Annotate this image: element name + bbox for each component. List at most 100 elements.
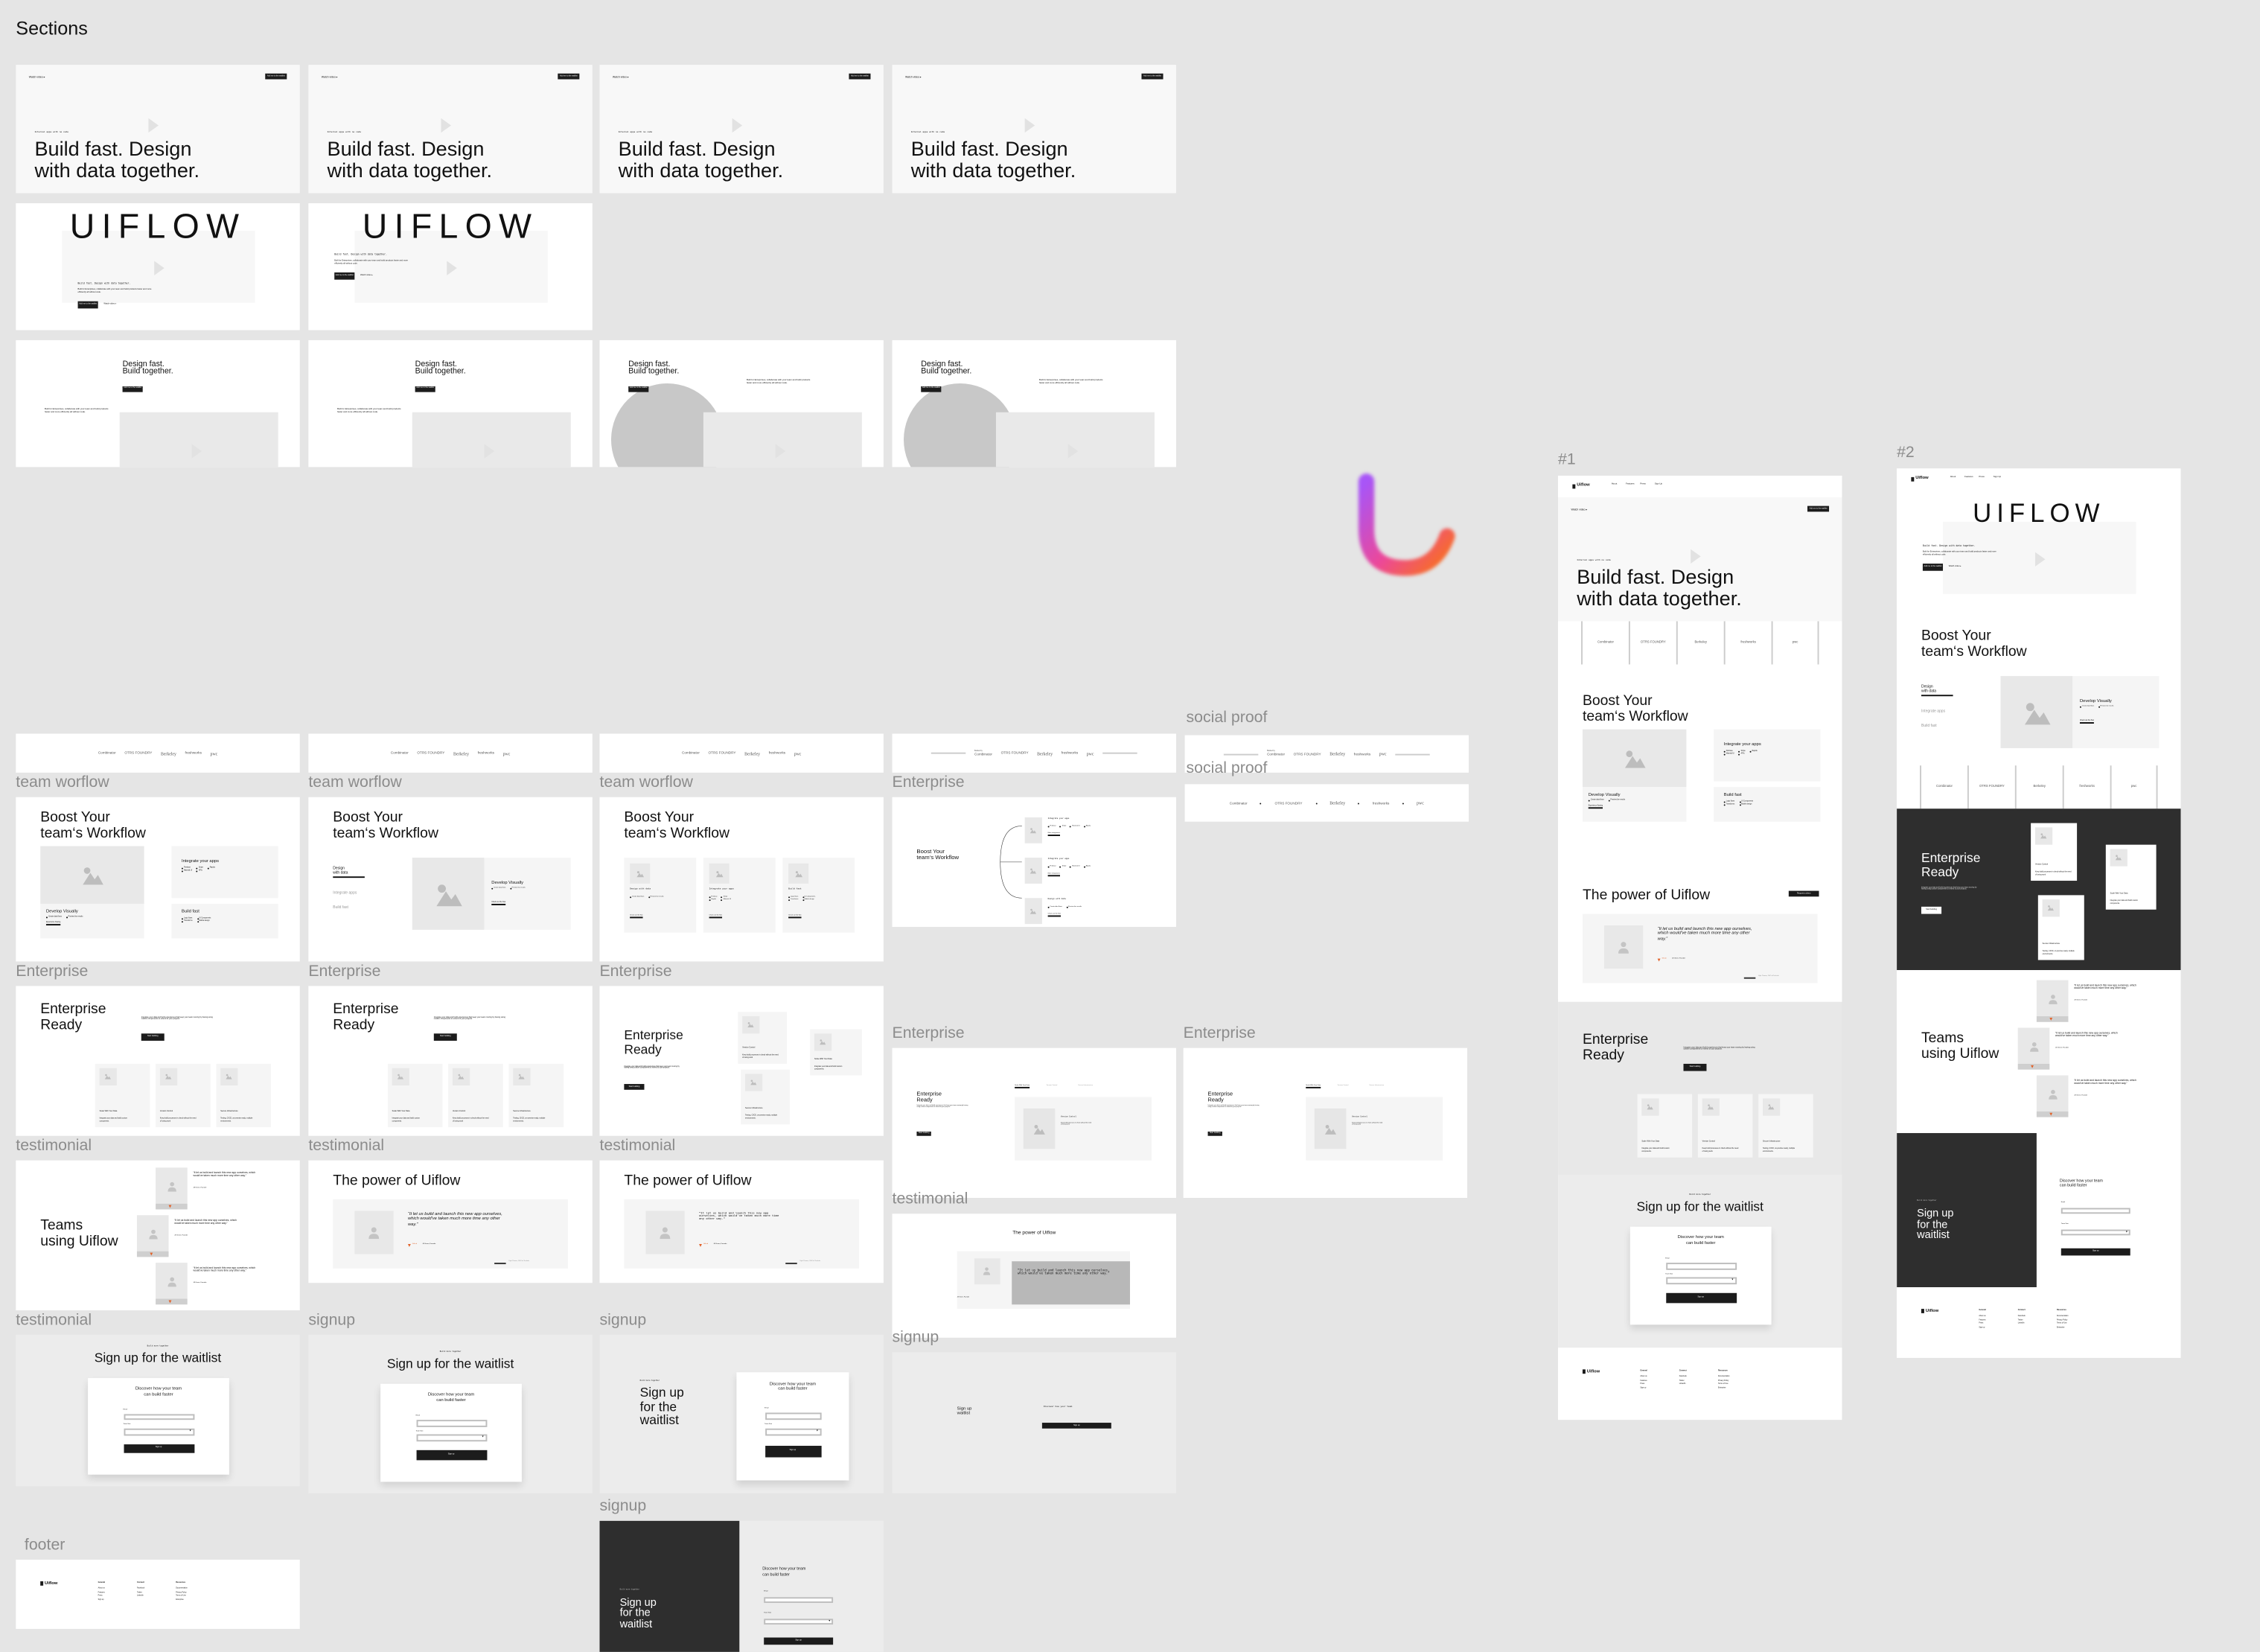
play-icon[interactable] bbox=[484, 444, 495, 459]
footer-link[interactable]: LinkedIn bbox=[137, 1596, 144, 1598]
footer-link[interactable]: Terms of Use bbox=[2057, 1324, 2067, 1326]
footer-frame[interactable]: Uiflow General About us Features Press Sign u… bbox=[16, 1559, 300, 1629]
team-workflow-frame[interactable]: Boost Your team‘s Workflow Design with dat… bbox=[599, 797, 884, 962]
footer-link[interactable]: Sign up bbox=[1979, 1327, 1985, 1330]
page-frame-1[interactable]: Uiflow About Features Press Sign Up Watch vid… bbox=[1558, 475, 1842, 1420]
play-icon[interactable] bbox=[1067, 444, 1079, 459]
hero-design-frame[interactable]: Design fast. Build together. Add me to the… bbox=[16, 339, 300, 468]
nav-link-press[interactable]: Press bbox=[1640, 485, 1645, 487]
feature-link[interactable]: More integrations bbox=[1048, 873, 1060, 875]
footer-link[interactable]: Twitter bbox=[1679, 1380, 1685, 1382]
testimonial-frame[interactable]: The power of Uiflow “It let us build and … bbox=[599, 1160, 884, 1283]
sign-up-button[interactable]: Sign up bbox=[764, 1637, 834, 1645]
team-size-select[interactable]: ▾ bbox=[1665, 1278, 1737, 1285]
start-building-button[interactable]: Start building bbox=[624, 1084, 645, 1090]
play-icon[interactable] bbox=[154, 261, 165, 275]
hero-frame[interactable]: Watch video ▸ Add me to the waitlist Inter… bbox=[599, 65, 884, 194]
signup-frame[interactable]: Build more together Sign up for the waitl… bbox=[308, 1334, 593, 1493]
tab[interactable]: Version Control bbox=[1047, 1085, 1057, 1087]
add-to-waitlist-button[interactable]: Add me to the waitlist bbox=[1807, 506, 1830, 512]
signup-frame[interactable]: Build more together Sign up for the waitlis… bbox=[599, 1520, 884, 1652]
tab-integrate-apps[interactable]: Integrate apps bbox=[1921, 709, 1945, 715]
hero-design-frame[interactable]: Design fast. Build together. Add me to the… bbox=[308, 339, 593, 468]
footer-link[interactable]: Privacy Policy bbox=[2057, 1320, 2067, 1322]
team-size-select[interactable]: ▾ bbox=[764, 1618, 834, 1625]
footer-link[interactable]: Twitter bbox=[137, 1592, 142, 1595]
nav-link-features[interactable]: Features bbox=[1964, 477, 1973, 479]
footer-link[interactable]: Twitter bbox=[2018, 1320, 2023, 1322]
watch-video-link[interactable]: Watch video ▸ bbox=[103, 304, 116, 306]
social-proof-frame[interactable]: Combinator OTRS FOUNDRY Berkeley freshworks… bbox=[1184, 784, 1469, 822]
email-field[interactable] bbox=[1665, 1263, 1737, 1270]
nav-link-features[interactable]: Features bbox=[1626, 485, 1634, 487]
play-icon[interactable] bbox=[148, 118, 159, 133]
tab-build-fast[interactable]: Build fast bbox=[333, 905, 348, 911]
start-building-button[interactable]: Start building bbox=[1207, 1131, 1222, 1136]
email-field[interactable] bbox=[415, 1420, 487, 1427]
feature-link[interactable]: Check out the flow bbox=[709, 915, 722, 916]
add-to-waitlist-button[interactable]: Add me to the waitlist bbox=[415, 386, 435, 392]
add-to-waitlist-button[interactable]: Add me to the waitlist bbox=[265, 73, 287, 80]
footer-link[interactable]: LinkedIn bbox=[1679, 1384, 1686, 1386]
watch-video-link[interactable]: Watch video ▸ bbox=[613, 77, 629, 80]
social-proof-frame[interactable]: Combinator OTRS FOUNDRY Berkeley freshworks… bbox=[16, 733, 300, 773]
watch-video-link[interactable]: Watch video ▸ bbox=[1571, 508, 1587, 511]
hero-frame[interactable]: Watch video ▸ Add me to the waitlist Inter… bbox=[16, 65, 300, 194]
play-icon[interactable] bbox=[732, 118, 743, 133]
footer-link[interactable]: Press bbox=[1979, 1324, 1983, 1326]
play-icon[interactable] bbox=[2034, 552, 2046, 567]
footer-link[interactable]: Sign up bbox=[1640, 1388, 1646, 1390]
footer-link[interactable]: About us bbox=[98, 1589, 105, 1591]
play-icon[interactable] bbox=[775, 444, 786, 459]
footer-link[interactable]: LinkedIn bbox=[2018, 1324, 2025, 1326]
signup-frame[interactable]: Sign up waitlist Discover how your team Sig… bbox=[892, 1352, 1176, 1493]
enterprise-frame[interactable]: Enterprise Ready Integrate your data and b… bbox=[16, 986, 300, 1136]
footer-link[interactable]: Features bbox=[98, 1592, 105, 1595]
tab[interactable]: Version Control bbox=[1338, 1085, 1348, 1087]
signup-frame[interactable]: Build more together Sign up for the waitlis… bbox=[599, 1334, 884, 1493]
feature-link[interactable]: Check out the flow bbox=[491, 902, 505, 905]
footer-link[interactable]: Press bbox=[1640, 1384, 1644, 1386]
footer-link[interactable]: About us bbox=[1979, 1316, 1985, 1318]
hero-design-frame[interactable]: Design fast. Build together. Add me to the… bbox=[892, 339, 1176, 468]
sign-up-button[interactable]: Sign up bbox=[415, 1450, 487, 1461]
hero-uiflow-frame[interactable]: UIFLOW Build fast. Design with data toget… bbox=[16, 203, 300, 331]
footer-link[interactable]: Features bbox=[1640, 1380, 1647, 1382]
sign-up-button[interactable]: Sign up bbox=[123, 1444, 194, 1454]
add-to-waitlist-button[interactable]: Add me to the waitlist bbox=[77, 301, 98, 308]
add-to-waitlist-button[interactable]: Add me to the waitlist bbox=[334, 272, 355, 279]
footer-link[interactable]: Sign up bbox=[98, 1600, 104, 1602]
team-workflow-frame[interactable]: Boost Your team‘s Workflow Design with data… bbox=[308, 797, 593, 962]
feature-link[interactable]: Check out the flow bbox=[788, 915, 801, 916]
add-to-waitlist-button[interactable]: Add me to the waitlist bbox=[122, 386, 143, 392]
tab[interactable]: Secure Infrastructure bbox=[1369, 1085, 1384, 1087]
add-to-waitlist-button[interactable]: Add me to the waitlist bbox=[628, 386, 649, 392]
footer-link[interactable]: Press bbox=[98, 1596, 103, 1598]
start-building-button[interactable]: Start building bbox=[141, 1033, 165, 1041]
hero-design-frame[interactable]: Design fast. Build together. Add me to the… bbox=[599, 339, 884, 468]
footer-link[interactable]: Documentation bbox=[1718, 1377, 1729, 1379]
footer-link[interactable]: Enterprise bbox=[2057, 1327, 2064, 1330]
nav-link-sign-up[interactable]: Sign Up bbox=[1994, 477, 2001, 479]
feature-link[interactable]: Check out the flow bbox=[630, 915, 642, 916]
feature-link[interactable]: Check out the flow bbox=[2080, 721, 2094, 723]
team-workflow-frame[interactable]: Boost Your team‘s Workflow Develop Visuall… bbox=[16, 797, 300, 962]
sign-up-button[interactable]: Sign up bbox=[1665, 1293, 1737, 1304]
footer-link[interactable]: Facebook bbox=[137, 1589, 144, 1591]
footer-link[interactable]: Enterprise bbox=[1718, 1388, 1726, 1390]
tab-build-fast[interactable]: Build fast bbox=[1921, 724, 1937, 730]
email-field[interactable] bbox=[764, 1412, 821, 1420]
page-frame-2[interactable]: Uiflow About Features Press Sign Up UIFLOW Bui… bbox=[1897, 468, 2181, 1358]
footer-link[interactable]: Terms of Use bbox=[176, 1596, 186, 1598]
team-size-select[interactable]: ▾ bbox=[764, 1428, 821, 1436]
tab[interactable]: Scale With Your Data bbox=[1306, 1085, 1321, 1087]
play-icon[interactable] bbox=[1691, 549, 1701, 564]
team-size-select[interactable]: ▾ bbox=[415, 1435, 487, 1442]
add-to-waitlist-button[interactable]: Add me to the waitlist bbox=[1141, 73, 1163, 80]
feature-link[interactable]: Check out the flow bbox=[1048, 914, 1061, 916]
start-building-button[interactable]: Start building bbox=[1921, 906, 1942, 914]
watch-video-link[interactable]: Watch video ▸ bbox=[360, 275, 373, 277]
design-canvas[interactable]: Sections Watch video ▸ Add me to the waitl… bbox=[0, 0, 2260, 1652]
start-building-button[interactable]: Start building bbox=[1683, 1063, 1707, 1071]
play-icon[interactable] bbox=[441, 118, 452, 133]
